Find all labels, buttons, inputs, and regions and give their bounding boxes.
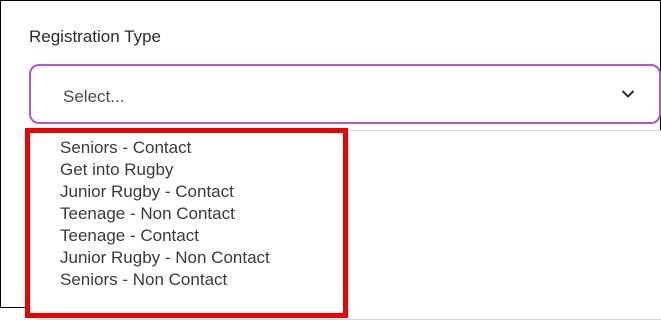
red-highlight-annotation xyxy=(25,128,348,318)
select-placeholder: Select... xyxy=(63,87,125,106)
chevron-down-icon xyxy=(621,87,635,101)
registration-type-select[interactable]: Select... xyxy=(29,64,661,124)
registration-type-label: Registration Type xyxy=(29,27,161,46)
